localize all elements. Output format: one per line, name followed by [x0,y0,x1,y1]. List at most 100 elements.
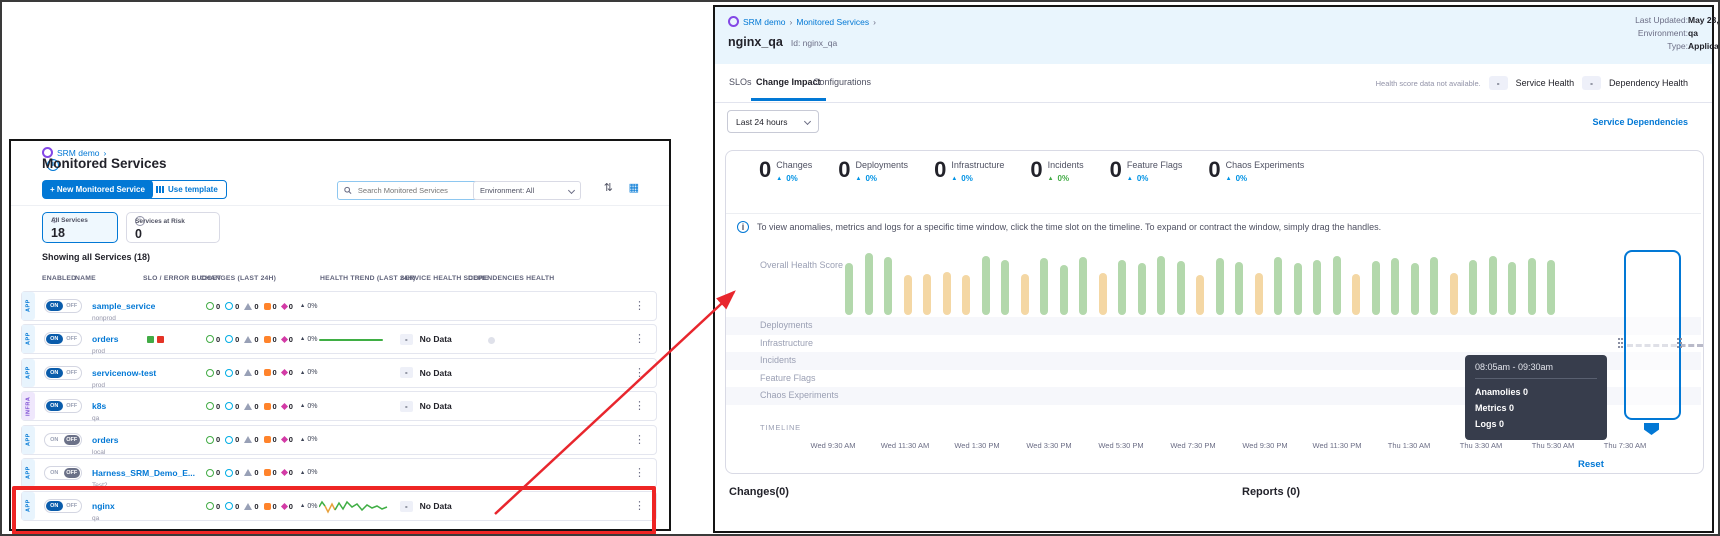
service-type-tag: INFRA [22,392,35,420]
breadcrumb-project[interactable]: SRM demo [743,17,786,27]
service-name-link[interactable]: servicenow-test [92,368,156,378]
health-bar[interactable] [943,272,951,315]
toggle-off-label: OFF [64,368,81,378]
new-monitored-service-button[interactable]: + New Monitored Service [42,180,153,199]
change-counter: 0Incidents▲0% [1030,159,1083,183]
use-template-button[interactable]: Use template [147,180,227,199]
health-bar[interactable] [982,256,990,315]
health-bar[interactable] [1021,274,1029,315]
service-dependencies-link[interactable]: Service Dependencies [1592,117,1688,127]
right-drag-handle-icon[interactable] [1677,338,1679,340]
health-bar[interactable] [1177,261,1185,315]
health-bar[interactable] [884,257,892,315]
health-bar[interactable] [845,263,853,315]
changes-section-header[interactable]: Changes(0) [729,486,789,498]
health-bar[interactable] [923,274,931,315]
kebab-menu-icon[interactable]: ⋮ [634,332,645,345]
time-range-dropdown[interactable]: Last 24 hours [727,110,819,133]
change-value: 0 [254,468,258,477]
service-name-link[interactable]: nginx [92,501,115,511]
service-row[interactable]: APPONOFForderslocal00000▲0%⋮ [21,425,657,455]
score-badge: - [400,334,413,345]
health-bar[interactable] [1196,275,1204,315]
kebab-menu-icon[interactable]: ⋮ [634,499,645,512]
search-input[interactable] [356,185,472,196]
kebab-menu-icon[interactable]: ⋮ [634,399,645,412]
time-selection-window[interactable] [1624,250,1681,420]
health-bar[interactable] [1391,258,1399,315]
health-bar[interactable] [1469,260,1477,315]
health-bar[interactable] [1528,258,1536,315]
health-bar[interactable] [1294,263,1302,315]
service-env-label: qa [92,415,106,422]
health-bar[interactable] [1040,258,1048,315]
tab-change-impact[interactable]: Change Impact [756,64,821,101]
kebab-menu-icon[interactable]: ⋮ [634,466,645,479]
enabled-toggle[interactable]: ONOFF [44,299,82,313]
dependencies-health-dot [488,337,495,344]
health-bar[interactable] [1235,262,1243,315]
kebab-menu-icon[interactable]: ⋮ [634,433,645,446]
health-bar[interactable] [1157,256,1165,315]
service-row[interactable]: APPONOFFHarness_SRM_Demo_E...Test200000▲… [21,458,657,488]
enabled-toggle[interactable]: ONOFF [44,499,82,513]
sort-filter-icon[interactable]: ⇅ [604,181,613,194]
health-bar[interactable] [1450,273,1458,315]
health-bar[interactable] [1333,256,1341,315]
health-bar[interactable] [1079,257,1087,315]
tab-slos[interactable]: SLOs [729,64,752,101]
enabled-toggle[interactable]: ONOFF [44,466,82,480]
all-services-card[interactable]: All Services⚙ 18 [42,212,118,243]
health-bar[interactable] [865,253,873,315]
health-bar[interactable] [1352,274,1360,315]
service-name-link[interactable]: orders [92,435,118,445]
services-at-risk-card[interactable]: Services at Riski 0 [126,212,220,243]
grid-view-icon[interactable]: ▦ [629,181,639,194]
health-bar[interactable] [1099,273,1107,315]
change-count: 0 [282,435,293,444]
service-row[interactable]: APPONOFFnginxqa00000▲0%-No Data⋮ [21,491,657,521]
health-bar[interactable] [1547,260,1555,315]
service-row[interactable]: APPONOFFordersprod00000▲0%-No Data⋮ [21,324,657,354]
health-bar[interactable] [1001,260,1009,315]
toggle-off-label: OFF [64,401,81,411]
reports-section-header[interactable]: Reports (0) [1242,486,1300,498]
health-bar[interactable] [1489,256,1497,315]
health-bar[interactable] [1274,257,1282,315]
reset-button[interactable]: Reset [1578,459,1604,470]
health-bar[interactable] [1118,260,1126,315]
health-bar[interactable] [1216,258,1224,315]
service-row[interactable]: APPONOFFservicenow-testprod00000▲0%-No D… [21,358,657,388]
change-count: 0 [244,502,258,511]
health-bar[interactable] [1313,260,1321,315]
health-bar[interactable] [1138,263,1146,315]
health-bar[interactable] [1372,261,1380,315]
breadcrumb[interactable]: SRM demo › Monitored Services › [728,16,876,27]
health-bar[interactable] [1255,273,1263,315]
health-bar[interactable] [1430,257,1438,315]
service-name-link[interactable]: k8s [92,401,106,411]
service-name-link[interactable]: orders [92,334,118,344]
enabled-toggle[interactable]: ONOFF [44,332,82,346]
enabled-toggle[interactable]: ONOFF [44,366,82,380]
health-bar[interactable] [904,275,912,315]
service-row[interactable]: INFRAONOFFk8sqa00000▲0%-No Data⋮ [21,391,657,421]
tab-configurations[interactable]: Configurations [813,64,871,101]
search-box[interactable] [337,181,479,200]
tooltip-anomalies: Anamolies 0 [1475,384,1597,400]
left-drag-handle-icon[interactable] [1618,338,1620,340]
service-title: nginx_qa [728,35,783,49]
health-bar[interactable] [1508,262,1516,315]
breadcrumb-section[interactable]: Monitored Services [796,17,869,27]
kebab-menu-icon[interactable]: ⋮ [634,299,645,312]
service-name-link[interactable]: sample_service [92,301,155,311]
service-name-link[interactable]: Harness_SRM_Demo_E... [92,468,195,478]
health-bar[interactable] [962,275,970,315]
enabled-toggle[interactable]: ONOFF [44,433,82,447]
kebab-menu-icon[interactable]: ⋮ [634,366,645,379]
health-bar[interactable] [1411,263,1419,315]
service-row[interactable]: APPONOFFsample_servicenonprod00000▲0%⋮ [21,291,657,321]
environment-filter-dropdown[interactable]: Environment: All [473,181,581,200]
enabled-toggle[interactable]: ONOFF [44,399,82,413]
health-bar[interactable] [1060,265,1068,315]
